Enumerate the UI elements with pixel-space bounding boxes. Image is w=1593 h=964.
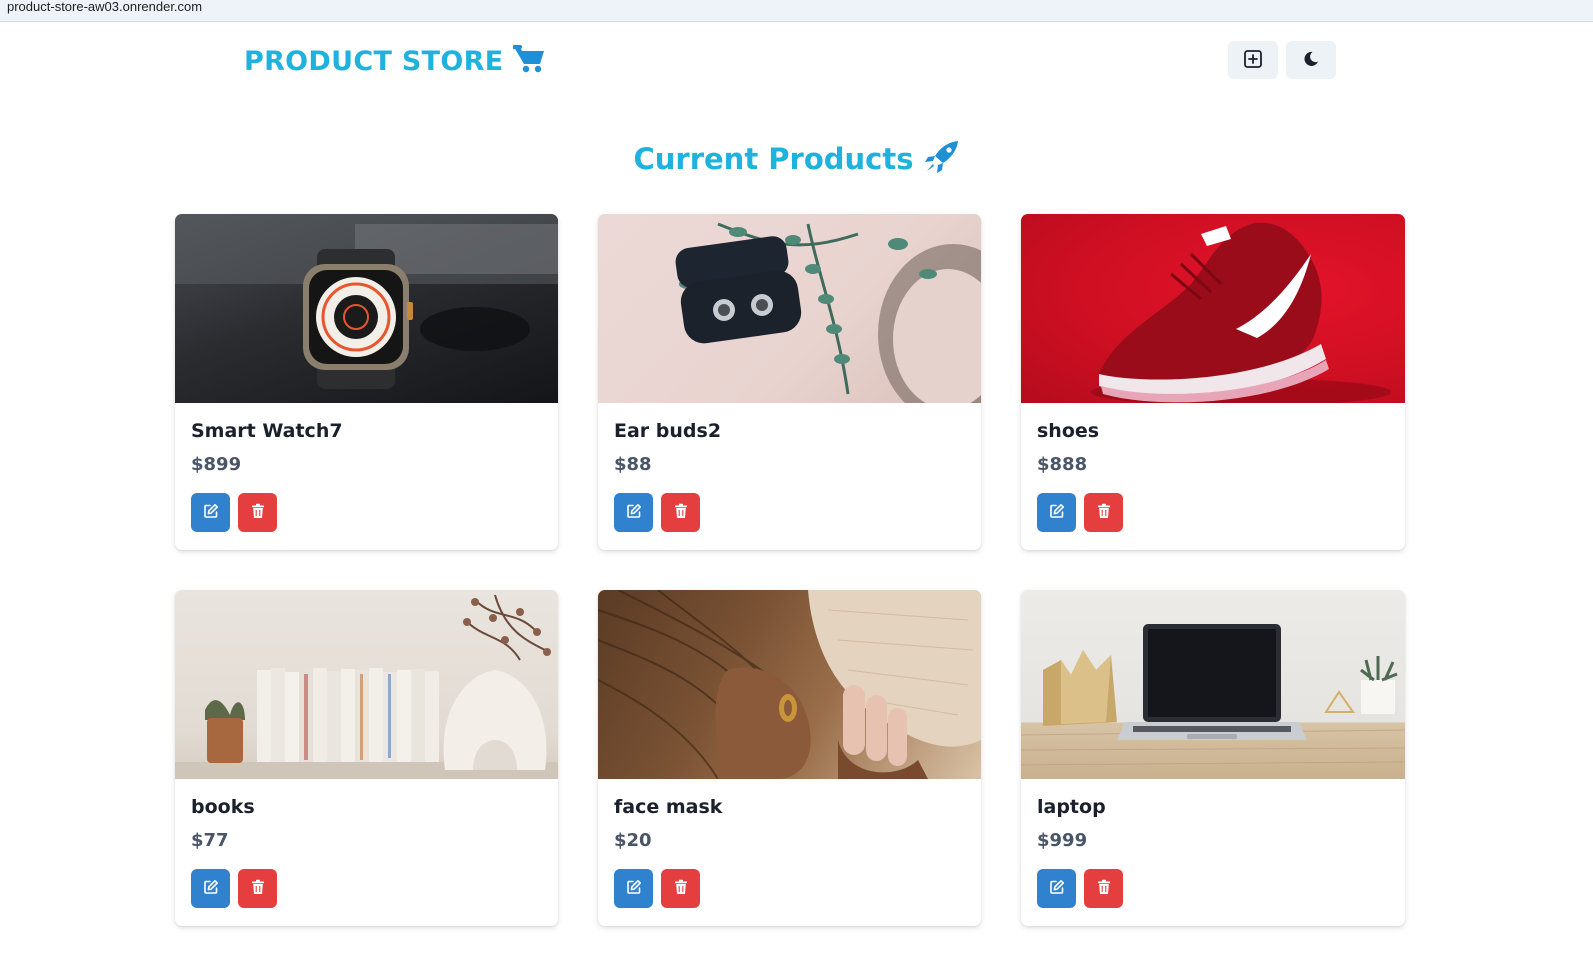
product-price: $888 [1037, 454, 1088, 475]
product-card: shoes $888 [1021, 214, 1405, 550]
product-card: Ear buds2 $88 [598, 214, 981, 550]
browser-address-bar[interactable]: product-store-aw03.onrender.com [0, 0, 1593, 22]
product-name: shoes [1037, 420, 1100, 442]
product-name: laptop [1037, 796, 1106, 818]
delete-product-button[interactable] [661, 869, 700, 908]
product-price: $999 [1037, 830, 1088, 851]
brand-link[interactable]: PRODUCT STORE [244, 44, 546, 78]
product-name: Smart Watch7 [191, 420, 343, 442]
navbar: PRODUCT STORE [0, 28, 1593, 94]
product-image [1021, 590, 1405, 779]
theme-toggle-button[interactable] [1286, 41, 1336, 79]
edit-product-button[interactable] [191, 869, 230, 908]
brand-title: PRODUCT STORE [244, 45, 504, 77]
product-price: $20 [614, 830, 652, 851]
shopping-cart-icon [512, 44, 546, 78]
delete-product-button[interactable] [1084, 493, 1123, 532]
edit-icon [203, 879, 219, 898]
trash-icon [1097, 503, 1111, 522]
edit-product-button[interactable] [191, 493, 230, 532]
trash-icon [251, 879, 265, 898]
product-image [175, 590, 558, 779]
browser-url[interactable]: product-store-aw03.onrender.com [7, 0, 202, 14]
product-price: $899 [191, 454, 242, 475]
product-card: Smart Watch7 $899 [175, 214, 558, 550]
delete-product-button[interactable] [238, 493, 277, 532]
edit-product-button[interactable] [1037, 869, 1076, 908]
create-product-button[interactable] [1228, 41, 1278, 79]
edit-icon [1049, 879, 1065, 898]
trash-icon [251, 503, 265, 522]
edit-product-button[interactable] [614, 493, 653, 532]
product-card: face mask $20 [598, 590, 981, 926]
product-image [598, 590, 981, 779]
edit-icon [1049, 503, 1065, 522]
product-name: face mask [614, 796, 723, 818]
plus-square-icon [1243, 49, 1263, 72]
edit-product-button[interactable] [614, 869, 653, 908]
trash-icon [674, 503, 688, 522]
product-grid: Smart Watch7 $899 Ear buds2 $88 shoes $8… [175, 214, 1405, 926]
edit-icon [203, 503, 219, 522]
product-card: laptop $999 [1021, 590, 1405, 926]
delete-product-button[interactable] [1084, 869, 1123, 908]
page-heading: Current Products [0, 140, 1593, 178]
rocket-icon [924, 140, 960, 178]
product-name: books [191, 796, 255, 818]
page-title: Current Products [633, 142, 914, 176]
edit-product-button[interactable] [1037, 493, 1076, 532]
product-image [598, 214, 981, 403]
moon-icon [1302, 50, 1320, 71]
trash-icon [1097, 879, 1111, 898]
trash-icon [674, 879, 688, 898]
product-image [175, 214, 558, 403]
product-price: $88 [614, 454, 652, 475]
product-price: $77 [191, 830, 229, 851]
edit-icon [626, 879, 642, 898]
product-name: Ear buds2 [614, 420, 722, 442]
edit-icon [626, 503, 642, 522]
delete-product-button[interactable] [661, 493, 700, 532]
delete-product-button[interactable] [238, 869, 277, 908]
product-image [1021, 214, 1405, 403]
product-card: books $77 [175, 590, 558, 926]
